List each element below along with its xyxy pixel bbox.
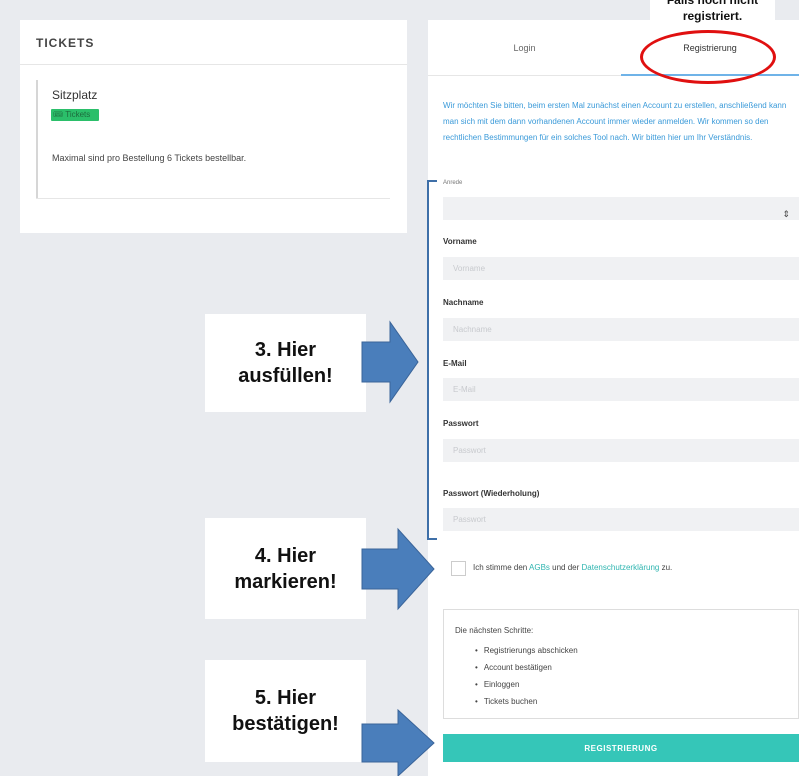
callout-line: registriert.	[682, 9, 743, 23]
callout-step-4: 4. Hier markieren!	[205, 518, 366, 619]
lastname-label: Nachname	[443, 298, 484, 307]
privacy-link[interactable]: Datenschutzerklärung	[582, 563, 660, 572]
callout-line: bestätigen!	[232, 713, 339, 735]
highlight-ellipse	[640, 30, 776, 84]
intro-text: Wir möchten Sie bitten, beim ersten Mal …	[443, 101, 787, 142]
fields-bracket	[427, 180, 437, 540]
password-repeat-input[interactable]: Passwort	[443, 508, 799, 531]
terms-suffix: zu.	[659, 563, 673, 572]
tickets-badge[interactable]: 🎟 Tickets	[51, 109, 99, 121]
callout-step-5: 5. Hier bestätigen!	[205, 660, 366, 762]
list-item: Registrierungs abschicken	[475, 642, 578, 659]
terms-prefix: Ich stimme den	[473, 563, 530, 572]
ticket-name: Sitzplatz	[52, 88, 98, 102]
divider	[36, 198, 390, 199]
email-input[interactable]: E-Mail	[443, 378, 799, 401]
password-label: Passwort	[443, 419, 479, 428]
email-label: E-Mail	[443, 359, 467, 368]
password-input[interactable]: Passwort	[443, 439, 799, 462]
next-steps-title: Die nächsten Schritte:	[455, 626, 534, 635]
list-item: Tickets buchen	[475, 693, 578, 710]
lastname-input[interactable]: Nachname	[443, 318, 799, 341]
select-updown-icon: ⇕	[782, 209, 790, 219]
register-submit-button[interactable]: REGISTRIERUNG	[443, 734, 799, 762]
callout-line: markieren!	[234, 570, 337, 593]
callout-line: ausfüllen!	[238, 365, 333, 387]
firstname-input[interactable]: Vorname	[443, 257, 799, 280]
divider	[20, 64, 407, 65]
list-item: Account bestätigen	[475, 659, 578, 676]
arrow-right-icon	[361, 527, 435, 611]
next-steps-list: Registrierungs abschicken Account bestät…	[475, 642, 578, 710]
terms-middle: und der	[549, 563, 582, 572]
list-item: Einloggen	[475, 676, 578, 693]
callout-step-3: 3. Hier ausfüllen!	[205, 314, 366, 412]
tickets-heading: TICKETS	[36, 36, 95, 50]
salutation-label: Anrede	[443, 180, 463, 186]
ticket-limit-note: Maximal sind pro Bestellung 6 Tickets be…	[52, 153, 247, 163]
callout-line: Falls noch nicht	[666, 0, 759, 7]
terms-text: Ich stimme den AGBs und der Datenschutze…	[473, 563, 672, 572]
callout-line: 4. Hier	[254, 544, 317, 567]
tab-login[interactable]: Login	[428, 20, 621, 76]
firstname-label: Vorname	[443, 237, 477, 246]
callout-line: 3. Hier	[254, 339, 317, 361]
callout-line: 5. Hier	[254, 687, 317, 709]
agb-link[interactable]: AGBs	[529, 563, 550, 572]
arrow-right-icon	[361, 708, 435, 776]
terms-checkbox[interactable]	[451, 561, 466, 576]
arrow-right-icon	[361, 320, 419, 404]
salutation-select[interactable]: ⇕	[443, 197, 799, 220]
password-repeat-label: Passwort (Wiederholung)	[443, 489, 540, 498]
